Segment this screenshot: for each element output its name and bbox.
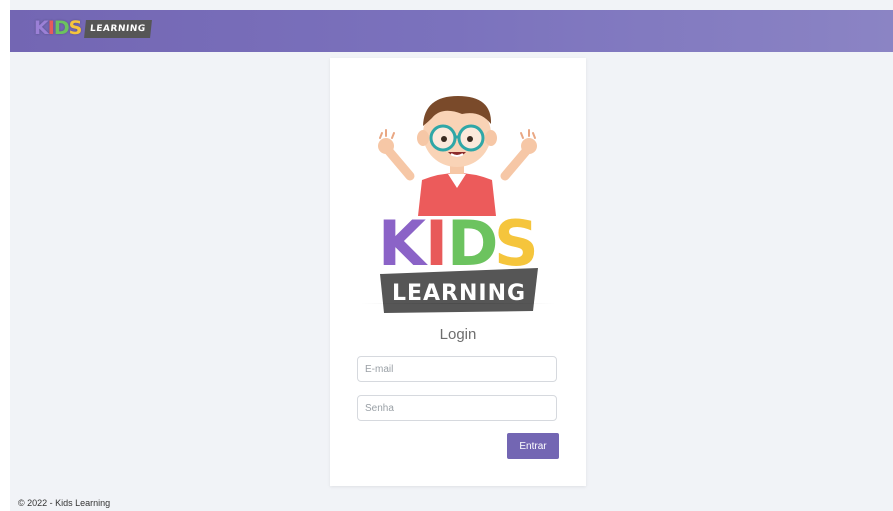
top-navbar: K I D S LEARNING — [10, 10, 893, 52]
brand-logo[interactable]: K I D S LEARNING — [34, 17, 152, 39]
logo-letter-s: S — [68, 17, 83, 39]
logo-letter-k: K — [34, 17, 49, 39]
login-title: Login — [439, 326, 477, 343]
illustration-letter-k: K — [378, 207, 428, 280]
login-card: K I D S LEARNING Login Entrar — [330, 58, 586, 486]
logo-learning-tag: LEARNING — [84, 19, 152, 38]
illustration-letter-i: I — [425, 207, 448, 280]
login-button[interactable]: Entrar — [507, 433, 559, 459]
left-edge — [0, 0, 10, 511]
logo-letter-d: D — [53, 17, 70, 39]
illustration-letter-d: D — [447, 207, 498, 280]
divider — [360, 303, 556, 304]
footer-copyright: © 2022 - Kids Learning — [18, 498, 111, 508]
kids-learning-mascot-logo: K I D S LEARNING — [378, 96, 539, 313]
email-field[interactable] — [357, 356, 557, 382]
password-field[interactable] — [357, 395, 557, 421]
